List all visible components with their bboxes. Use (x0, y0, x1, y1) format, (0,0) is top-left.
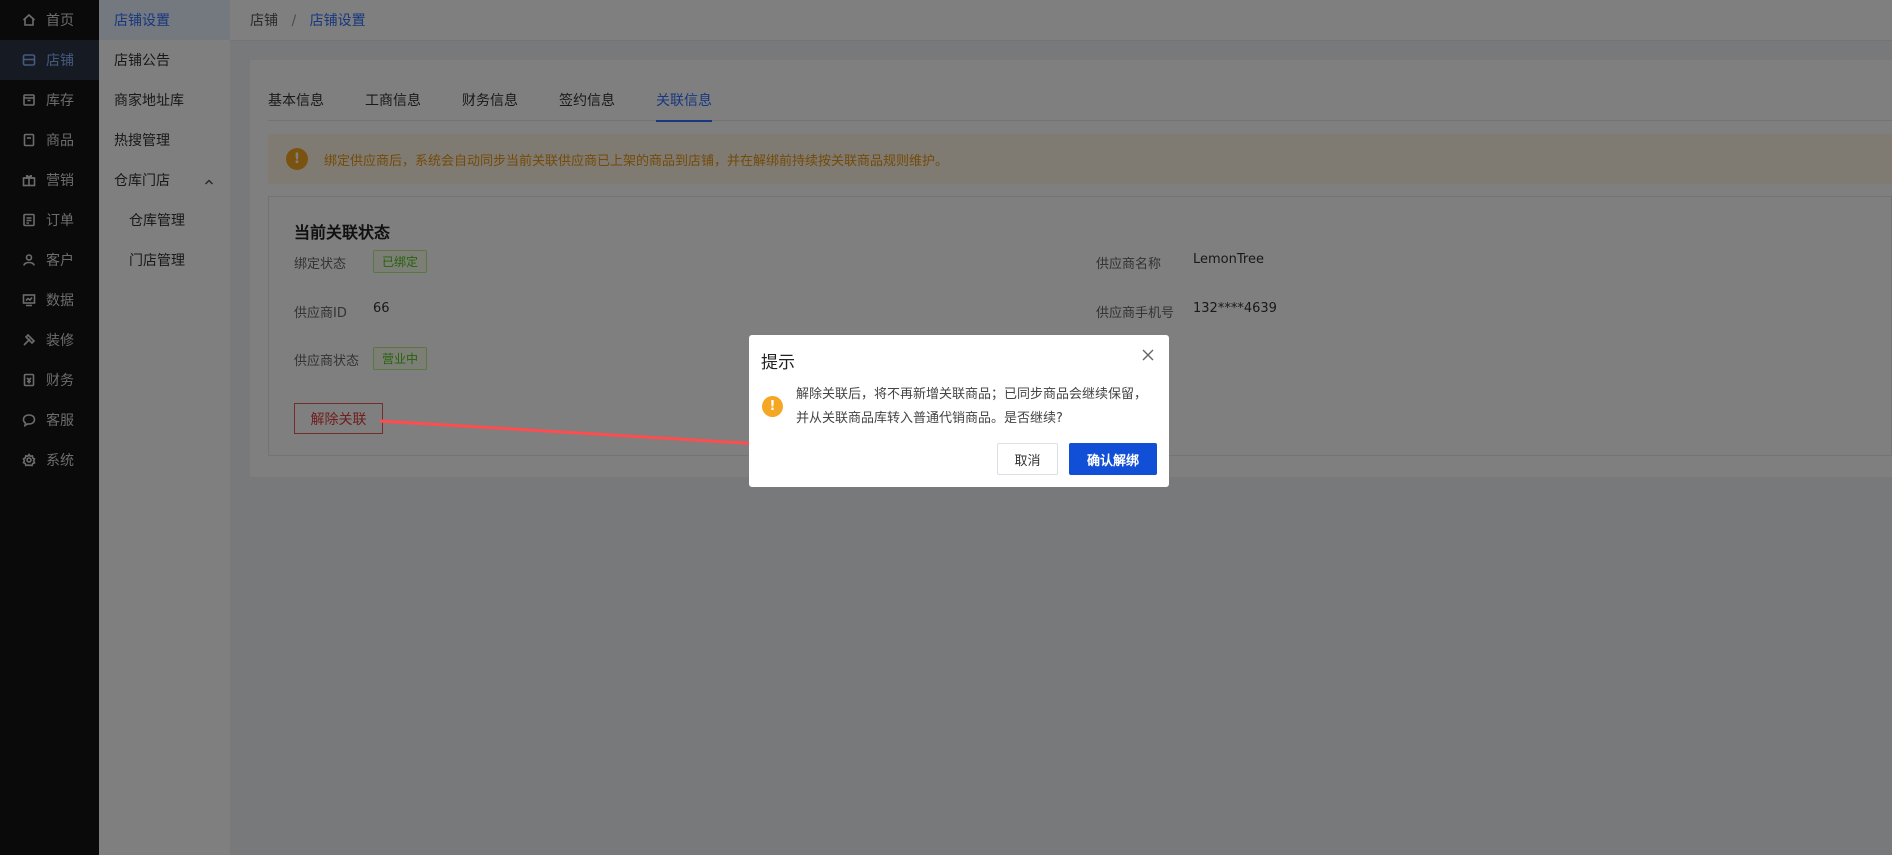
cancel-button[interactable]: 取消 (997, 443, 1058, 475)
close-icon[interactable] (1141, 348, 1155, 362)
dialog-message: 解除关联后，将不再新增关联商品；已同步商品会继续保留，并从关联商品库转入普通代销… (796, 387, 1148, 426)
dialog-title: 提示 (761, 353, 795, 373)
confirm-unbind-button[interactable]: 确认解绑 (1069, 443, 1157, 475)
warning-icon: ! (762, 396, 783, 417)
confirm-dialog: 提示 ! 解除关联后，将不再新增关联商品；已同步商品会继续保留，并从关联商品库转… (749, 335, 1169, 487)
